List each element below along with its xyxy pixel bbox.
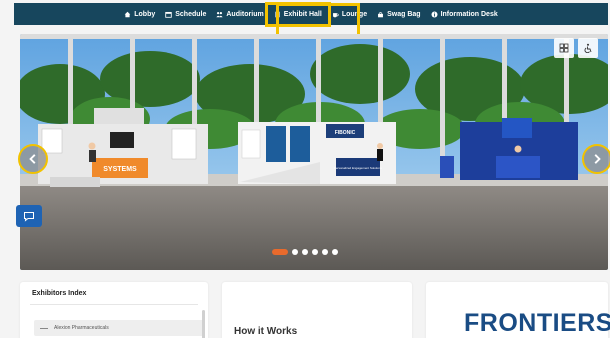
nav-label-schedule: Schedule	[175, 10, 207, 18]
carousel-dot-6[interactable]	[332, 249, 338, 255]
exhibit-hall-scene[interactable]: SYSTEMS FIBONIC Personalized Engagement …	[20, 34, 608, 270]
calendar-icon	[165, 11, 172, 18]
how-it-works-title: How it Works	[234, 326, 298, 337]
people-icon	[216, 11, 224, 17]
nav-label-swag-bag: Swag Bag	[387, 10, 421, 18]
nav-label-auditorium: Auditorium	[226, 10, 264, 18]
nav-item-lounge[interactable]: Lounge	[332, 11, 367, 18]
sponsor-logo: FRONTIERS	[464, 309, 610, 337]
booth-sign-left: SYSTEMS	[103, 166, 137, 173]
exhibitors-index-title: Exhibitors Index	[32, 290, 87, 297]
booth-banner-center: Personalized Engagement Solutions	[334, 166, 383, 170]
info-icon	[431, 10, 438, 18]
nav-label-exhibit-hall: Exhibit Hall	[283, 10, 322, 18]
grid-view-button[interactable]	[554, 38, 574, 58]
accessibility-icon	[584, 43, 592, 53]
chevron-right-icon	[594, 154, 601, 164]
nav-item-information-desk[interactable]: Information Desk	[431, 11, 498, 18]
chat-button[interactable]	[16, 205, 42, 227]
exhibitors-index-panel: Exhibitors Index Alexion Pharmaceuticals	[20, 282, 208, 338]
nav-label-information-desk: Information Desk	[440, 10, 498, 18]
carousel-dot-2[interactable]	[292, 249, 298, 255]
nav-item-auditorium[interactable]: Auditorium	[216, 10, 264, 18]
building-icon	[275, 11, 280, 17]
nav-item-exhibit-hall[interactable]: Exhibit Hall	[264, 1, 331, 27]
exhibitor-name: Alexion Pharmaceuticals	[54, 325, 109, 331]
sponsor-panel[interactable]: FRONTIERS	[426, 282, 610, 338]
nav-label-lobby: Lobby	[134, 10, 156, 18]
nav-menu: Lobby Schedule Auditorium Exhibit Hall L…	[14, 1, 608, 27]
how-it-works-panel[interactable]: How it Works	[222, 282, 412, 338]
nav-item-lobby[interactable]: Lobby	[124, 11, 155, 18]
carousel-dot-5[interactable]	[322, 249, 328, 255]
carousel-dot-4[interactable]	[312, 249, 318, 255]
accessibility-button[interactable]	[578, 38, 598, 58]
grid-icon	[559, 43, 569, 53]
nav-label-lounge: Lounge	[341, 10, 368, 18]
booth-sign-center: FIBONIC	[335, 130, 356, 136]
chat-bubble-icon	[24, 211, 34, 222]
home-icon	[124, 11, 131, 17]
top-navigation-bar: Lobby Schedule Auditorium Exhibit Hall L…	[14, 1, 608, 39]
bag-icon	[378, 11, 384, 17]
carousel-prev-button[interactable]	[18, 144, 48, 174]
nav-item-swag-bag[interactable]: Swag Bag	[377, 10, 421, 18]
carousel-pagination	[0, 249, 610, 255]
exhibit-hall-illustration: SYSTEMS FIBONIC Personalized Engagement …	[20, 34, 608, 270]
dash-icon	[40, 327, 48, 329]
carousel-dot-3[interactable]	[302, 249, 308, 255]
coffee-icon	[332, 12, 339, 17]
chevron-left-icon	[29, 154, 36, 164]
carousel-dot-1[interactable]	[272, 249, 288, 255]
nav-item-schedule[interactable]: Schedule	[165, 11, 206, 18]
carousel-next-button[interactable]	[582, 144, 610, 174]
exhibitors-scrollbar[interactable]	[202, 310, 205, 338]
panel-divider	[30, 304, 198, 305]
exhibitor-list-item[interactable]: Alexion Pharmaceuticals	[34, 320, 204, 336]
